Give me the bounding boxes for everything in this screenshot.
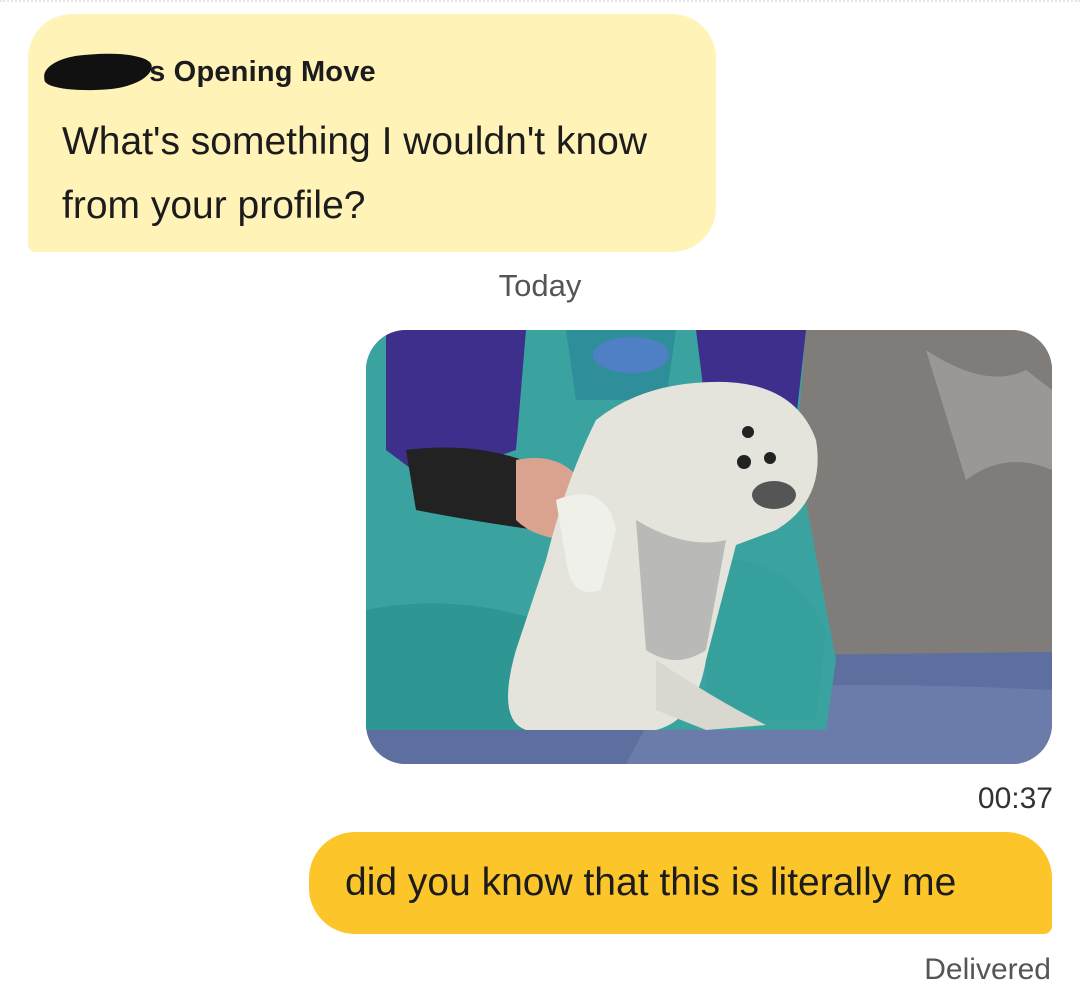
gif-message-image[interactable] <box>366 330 1052 764</box>
delivery-status: Delivered <box>924 953 1051 986</box>
seal-brow-dot <box>742 426 754 438</box>
handler-badge <box>593 337 669 373</box>
day-separator: Today <box>498 268 582 303</box>
outgoing-message-bubble[interactable]: did you know that this is literally me <box>309 832 1052 934</box>
gif-message-time: 00:37 <box>977 782 1053 815</box>
top-divider <box>0 0 1080 2</box>
redacted-name-scribble <box>42 50 154 94</box>
seal-nose <box>752 481 796 509</box>
opening-move-prompt: What's something I wouldn't know from yo… <box>62 120 647 227</box>
seal-eye-right <box>764 452 776 464</box>
chat-screen: 's Opening Move What's something I would… <box>0 0 1080 999</box>
opening-move-header: 's Opening Move <box>42 50 376 94</box>
opening-move-label: 's Opening Move <box>142 55 376 88</box>
outgoing-message-text: did you know that this is literally me <box>345 861 957 904</box>
seal-eye-left <box>737 455 751 469</box>
seal-gif-illustration <box>366 330 1052 764</box>
